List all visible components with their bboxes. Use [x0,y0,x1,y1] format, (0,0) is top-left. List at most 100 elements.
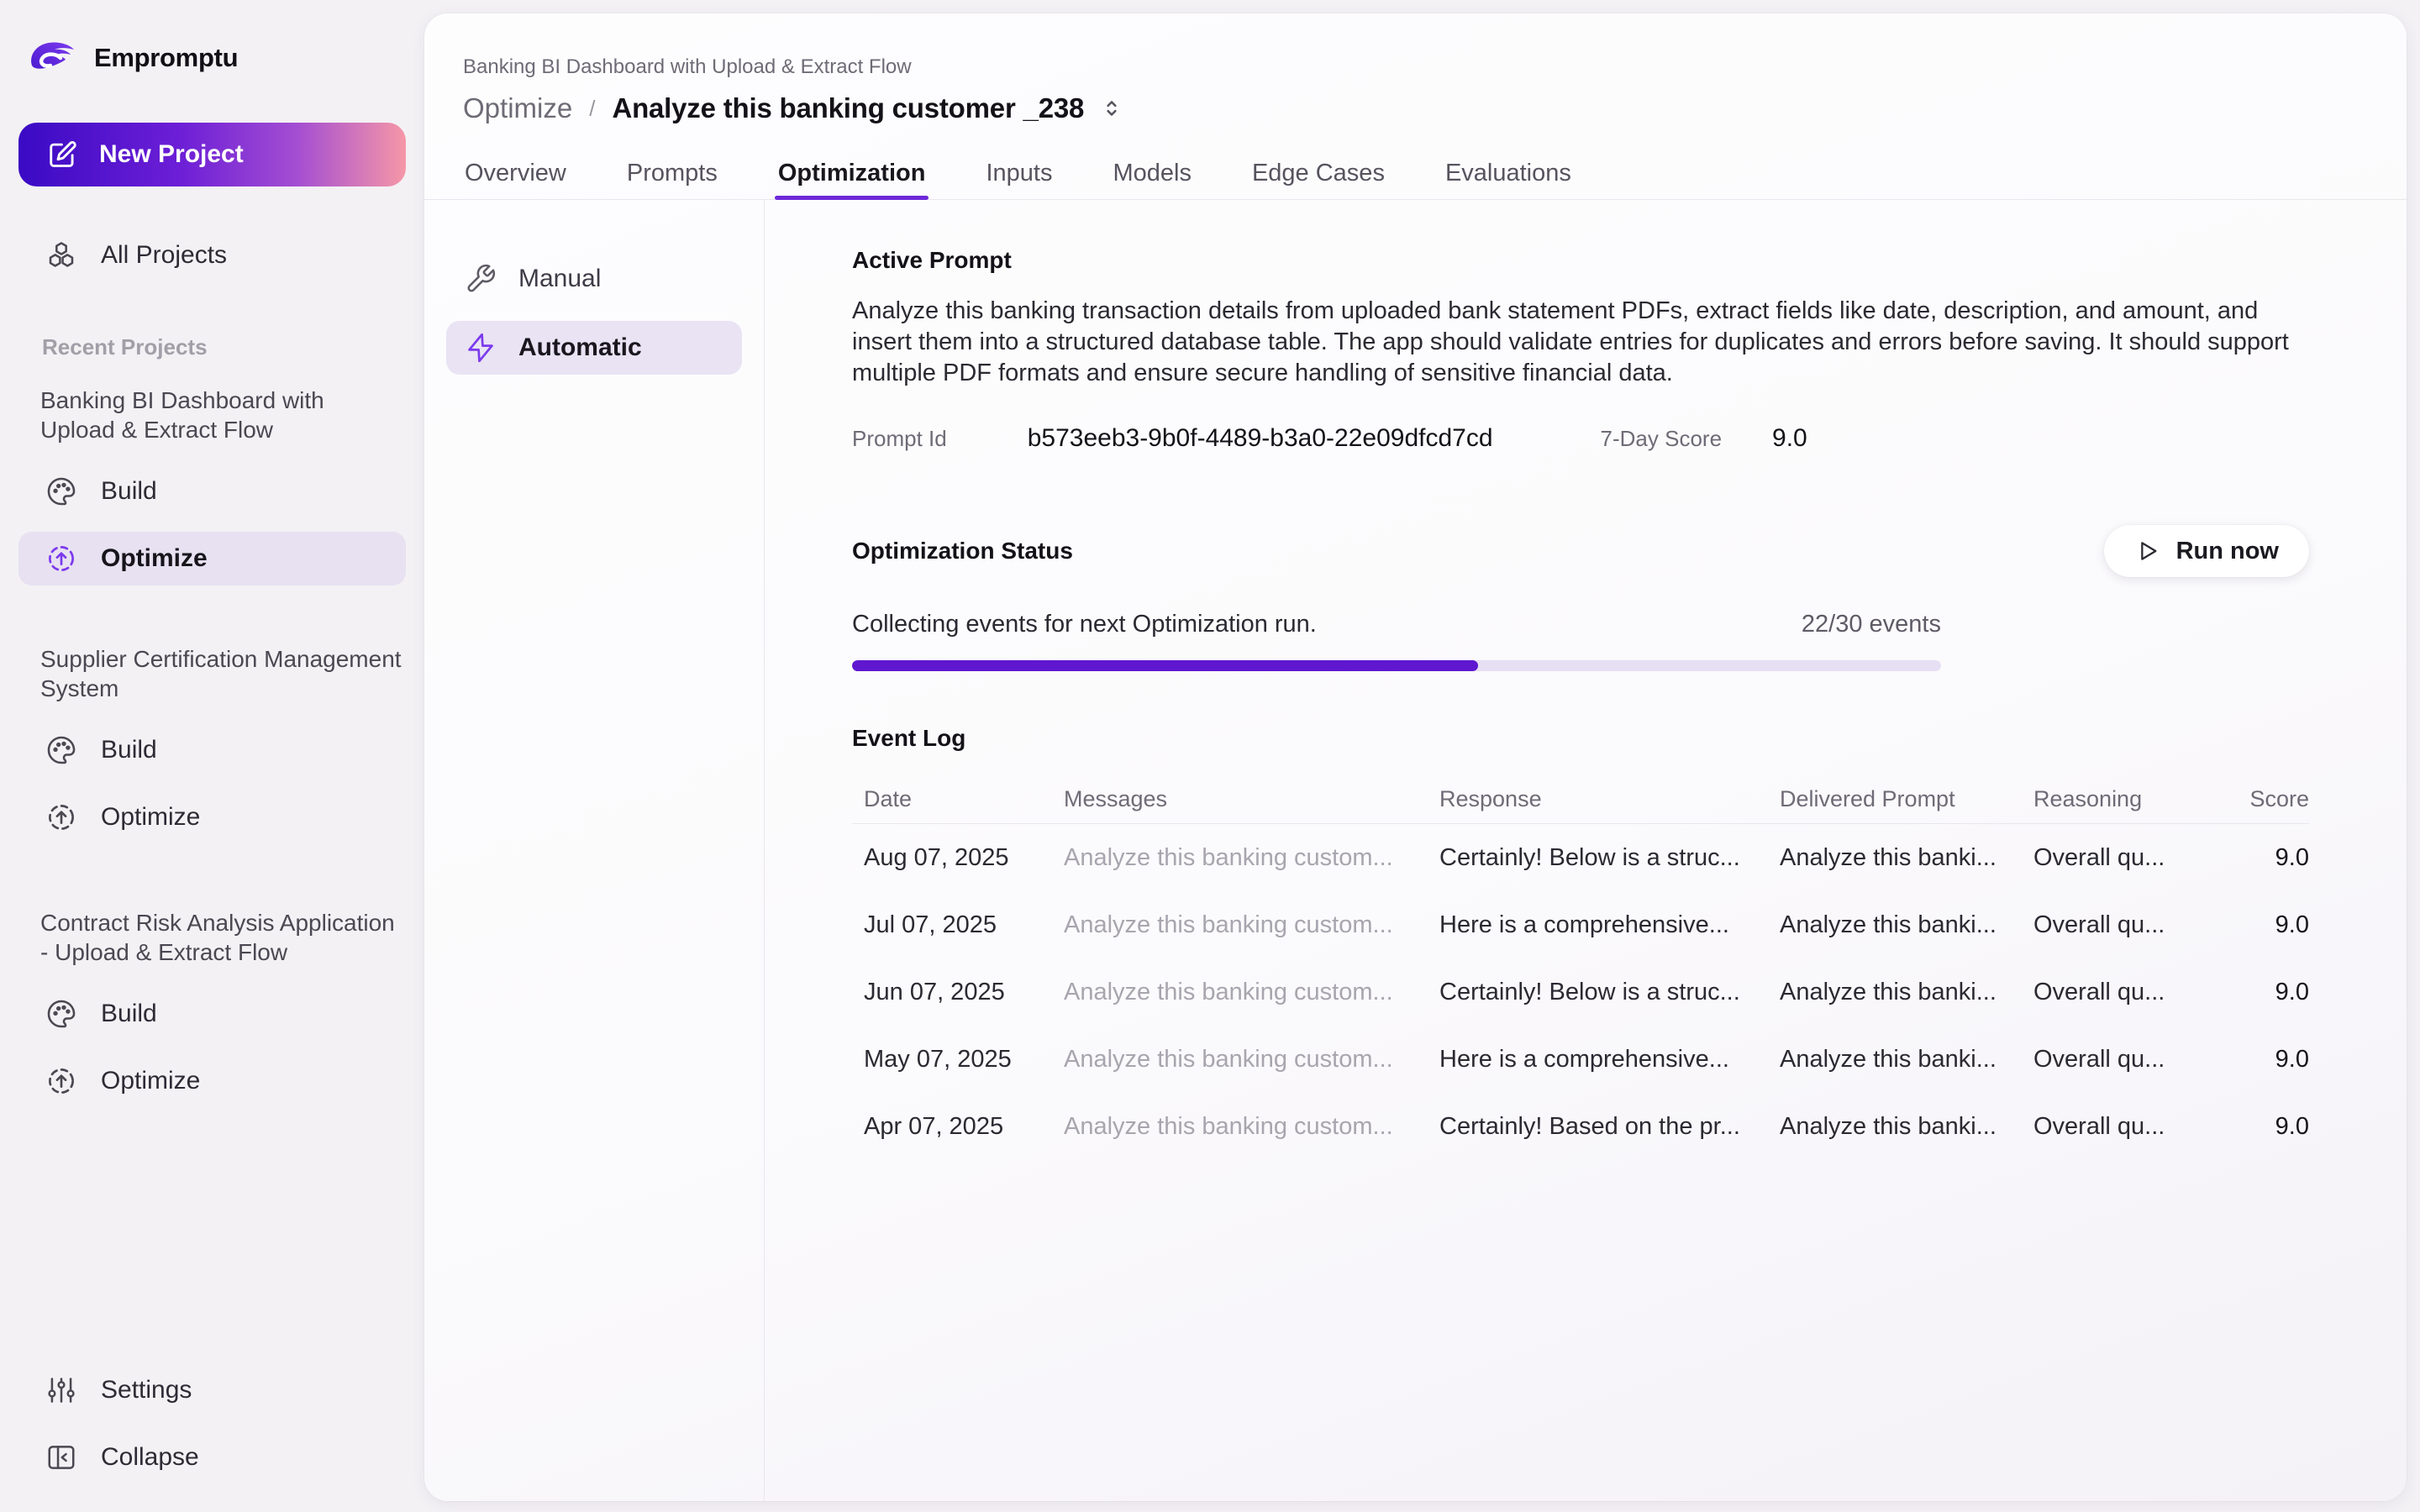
col-header-response: Response [1439,786,1780,812]
tab-prompts[interactable]: Prompts [625,158,719,199]
optimize-label: Optimize [101,803,200,832]
table-row[interactable]: Jun 07, 2025 Analyze this banking custom… [852,958,2309,1026]
progress-bar-track [852,660,1941,671]
sidebar-item-build[interactable]: Build [18,987,406,1041]
build-label: Build [101,736,157,764]
edit-icon [47,139,79,171]
tab-inputs[interactable]: Inputs [984,158,1054,199]
col-header-reasoning: Reasoning [2033,786,2244,812]
cell-delivered-prompt: Analyze this banki... [1780,1046,2033,1074]
optimization-panel: Active Prompt Analyze this banking trans… [765,200,2407,1501]
sliders-icon [45,1374,77,1406]
active-prompt-heading: Active Prompt [852,247,2309,274]
boxes-icon [45,239,77,271]
table-header-row: Date Messages Response Delivered Prompt … [852,775,2309,824]
zap-icon [465,332,497,364]
breadcrumb: Banking BI Dashboard with Upload & Extra… [463,55,2368,79]
event-log-section: Event Log Date Messages Response Deliver… [852,725,2309,1160]
cell-date: May 07, 2025 [852,1046,1064,1074]
cell-date: Aug 07, 2025 [852,844,1064,872]
all-projects-label: All Projects [101,241,227,270]
empromptu-logo-icon [24,37,81,79]
sidebar-item-optimize[interactable]: Optimize [18,1054,406,1108]
cell-response: Certainly! Below is a struc... [1439,844,1780,872]
tab-models[interactable]: Models [1111,158,1193,199]
sidebar-item-collapse[interactable]: Collapse [18,1431,406,1484]
progress-status-text: Collecting events for next Optimization … [852,611,1317,638]
optimization-status-heading: Optimization Status [852,538,1073,564]
tab-evaluations[interactable]: Evaluations [1444,158,1573,199]
event-log-table: Date Messages Response Delivered Prompt … [852,775,2309,1160]
new-project-button[interactable]: New Project [18,123,406,186]
sidebar-footer: Settings Collapse [18,1363,406,1484]
project-nav: Build Optimize [18,987,406,1108]
cell-date: Apr 07, 2025 [852,1113,1064,1141]
cell-delivered-prompt: Analyze this banki... [1780,979,2033,1006]
optimize-label: Optimize [101,544,208,573]
tab-optimization[interactable]: Optimization [776,158,928,199]
optimization-status-row: Optimization Status Run now [852,525,2309,577]
brand: Empromptu [24,37,406,79]
project-nav: Build Optimize [18,723,406,844]
sidebar-item-settings[interactable]: Settings [18,1363,406,1417]
run-now-button[interactable]: Run now [2104,525,2309,577]
breadcrumb-optimize[interactable]: Optimize [463,92,572,124]
wrench-icon [465,263,497,295]
tab-bar: Overview Prompts Optimization Inputs Mod… [424,158,2407,200]
sidebar-item-optimize[interactable]: Optimize [18,532,406,585]
cell-score: 9.0 [2244,979,2309,1006]
table-row[interactable]: May 07, 2025 Analyze this banking custom… [852,1026,2309,1093]
panel-collapse-icon [45,1441,77,1473]
settings-label: Settings [101,1376,192,1404]
new-project-label: New Project [99,140,244,169]
optimization-subnav: Manual Automatic [424,200,765,1501]
subnav-item-manual[interactable]: Manual [446,252,742,306]
cell-response: Here is a comprehensive... [1439,911,1780,939]
optimize-label: Optimize [101,1067,200,1095]
palette-icon [45,734,77,766]
build-label: Build [101,477,157,506]
col-header-delivered-prompt: Delivered Prompt [1780,786,2033,812]
optimize-icon [45,801,77,833]
col-header-messages: Messages [1064,786,1439,812]
build-label: Build [101,1000,157,1028]
cell-messages: Analyze this banking custom... [1064,844,1439,872]
sidebar-item-build[interactable]: Build [18,465,406,518]
tab-edge-cases[interactable]: Edge Cases [1250,158,1386,199]
table-row[interactable]: Jul 07, 2025 Analyze this banking custom… [852,891,2309,958]
table-row[interactable]: Apr 07, 2025 Analyze this banking custom… [852,1093,2309,1160]
cell-score: 9.0 [2244,844,2309,872]
optimize-icon [45,1065,77,1097]
optimization-progress: Collecting events for next Optimization … [852,611,1941,671]
cell-score: 9.0 [2244,1113,2309,1141]
automatic-label: Automatic [518,333,642,362]
sidebar-item-build[interactable]: Build [18,723,406,777]
chevrons-up-down-icon[interactable] [1099,96,1124,121]
project-name: Banking BI Dashboard with Upload & Extra… [40,386,402,444]
cell-response: Certainly! Based on the pr... [1439,1113,1780,1141]
sidebar: Empromptu New Project All Projects Recen… [0,0,424,1512]
cell-reasoning: Overall qu... [2033,1046,2244,1074]
cell-date: Jun 07, 2025 [852,979,1064,1006]
col-header-score: Score [2244,786,2309,812]
progress-bar-fill [852,660,1478,671]
table-row[interactable]: Aug 07, 2025 Analyze this banking custom… [852,824,2309,891]
subnav-item-automatic[interactable]: Automatic [446,321,742,375]
optimize-icon [45,543,77,575]
cell-reasoning: Overall qu... [2033,1113,2244,1141]
cell-response: Certainly! Below is a struc... [1439,979,1780,1006]
collapse-label: Collapse [101,1443,199,1472]
sidebar-item-all-projects[interactable]: All Projects [18,228,406,282]
cell-reasoning: Overall qu... [2033,911,2244,939]
app-name: Empromptu [94,43,238,73]
cell-messages: Analyze this banking custom... [1064,1046,1439,1074]
col-header-date: Date [852,786,1064,812]
tab-overview[interactable]: Overview [463,158,568,199]
sidebar-item-optimize[interactable]: Optimize [18,790,406,844]
cell-delivered-prompt: Analyze this banki... [1780,1113,2033,1141]
project-name: Supplier Certification Management System [40,644,402,703]
seven-day-score-label: 7-Day Score [1601,426,1723,452]
recent-projects-heading: Recent Projects [42,334,406,360]
cell-date: Jul 07, 2025 [852,911,1064,939]
palette-icon [45,998,77,1030]
